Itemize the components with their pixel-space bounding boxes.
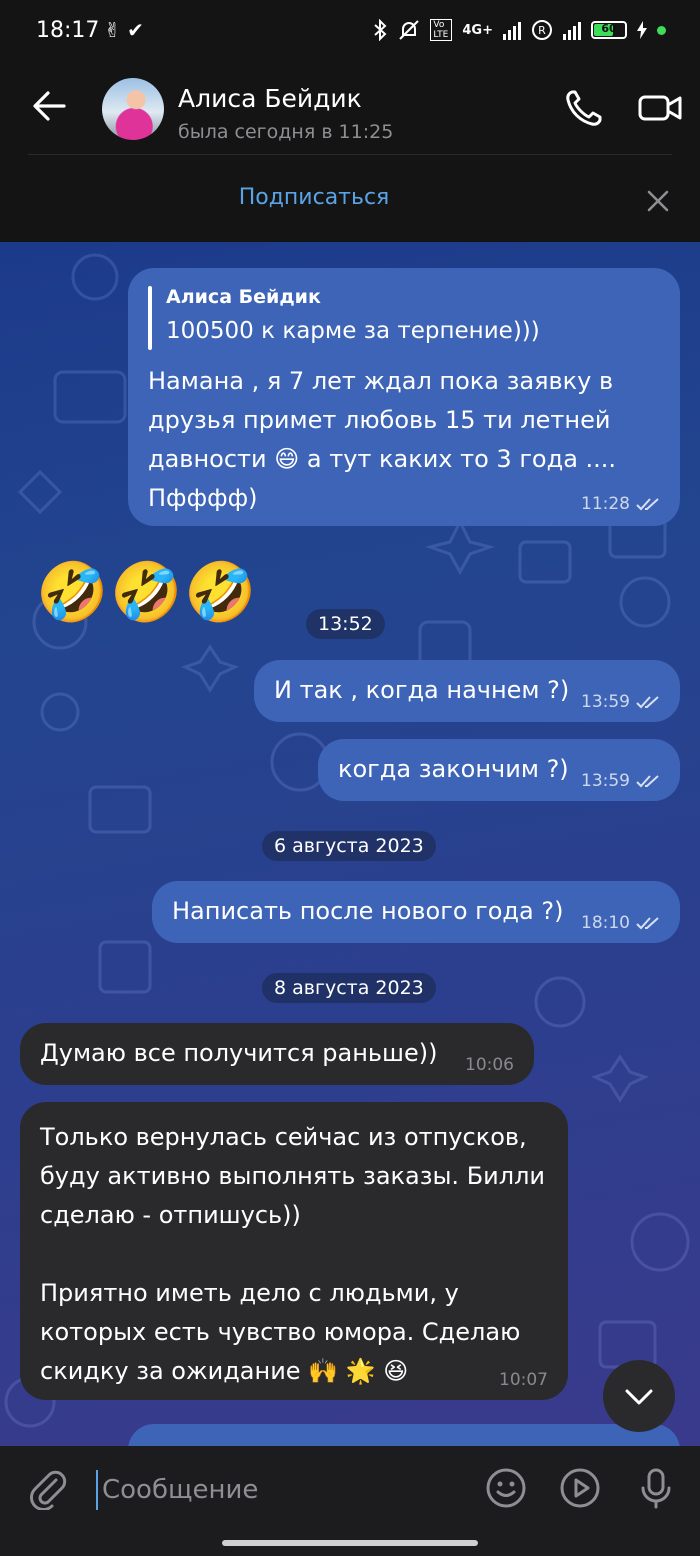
message-composer [0,1446,700,1556]
svg-text:R: R [538,24,546,37]
battery-icon: 60 [591,21,627,39]
emoji-icon[interactable] [484,1466,528,1510]
date-separator: 6 августа 2023 [262,831,436,861]
message-bubble-incoming[interactable]: Думаю все получится раньше)) 10:06 [20,1023,534,1085]
privacy-dot [657,25,666,35]
message-text: Только вернулась сейчас из отпусков, буд… [40,1123,546,1385]
message-time: 18:10 [581,913,630,933]
notification-icons: ✌ ✔ [104,18,144,42]
network-type: 4G+ [462,22,493,38]
message-bubble-outgoing[interactable]: И так , когда начнем ?) 13:59 [254,660,680,722]
double-check-icon [636,917,659,930]
double-check-icon [636,696,659,709]
message-meta: 18:10 [581,913,660,933]
chat-header: Алиса Бейдик была сегодня в 11:25 [0,64,700,154]
date-separator: 8 августа 2023 [262,973,436,1003]
message-text: Написать после нового года ?) [172,897,564,925]
message-bubble-outgoing[interactable]: когда закончим ?) 13:59 [318,739,680,801]
signal-icon-2 [563,20,581,40]
phone-icon[interactable] [562,86,606,130]
message-time: 13:59 [581,692,630,712]
message-time: 10:06 [465,1055,514,1075]
message-bubble-incoming[interactable]: Только вернулась сейчас из отпусков, буд… [20,1102,568,1400]
reply-author: Алиса Бейдик [166,286,321,308]
message-bubble-outgoing-partial[interactable] [128,1424,680,1446]
scroll-to-bottom-button[interactable] [603,1360,675,1432]
charging-icon [637,21,647,39]
play-circle-icon[interactable] [558,1466,602,1510]
message-time: 10:07 [499,1370,548,1390]
message-bubble-outgoing[interactable]: Алиса Бейдик 100500 к карме за терпение)… [128,268,680,526]
emoji-laughing-rolling: 🤣🤣🤣 [36,558,259,626]
avatar[interactable] [102,78,164,140]
message-time: 11:28 [581,494,630,514]
message-text: когда закончим ?) [338,755,569,783]
double-check-icon [636,498,659,511]
message-meta: 10:07 [499,1370,548,1390]
signal-icon [503,20,521,40]
paperclip-icon[interactable] [26,1466,70,1510]
bluetooth-icon [374,19,387,41]
contact-name[interactable]: Алиса Бейдик [178,84,362,113]
registered-icon: R [532,20,552,40]
status-time: 18:17 [36,18,100,43]
microphone-icon[interactable] [634,1466,678,1510]
message-meta: 10:06 [465,1055,514,1075]
reply-accent-bar [148,286,152,350]
message-time-pill: 13:52 [306,609,385,639]
message-text: Думаю все получится раньше)) [40,1039,438,1067]
message-time: 13:59 [581,771,630,791]
message-input[interactable] [96,1470,466,1510]
message-meta: 13:59 [581,692,660,712]
mute-bell-icon [399,20,420,40]
message-text: Намана , я 7 лет ждал пока заявку в друз… [148,367,617,512]
chevron-down-icon [625,1389,653,1405]
back-arrow-icon[interactable] [30,86,70,126]
last-seen-status: была сегодня в 11:25 [178,121,394,143]
status-bar: 18:17 ✌ ✔ Vo LTE 4G+ R 60 [0,0,700,64]
message-text: И так , когда начнем ?) [274,676,570,704]
reply-text: 100500 к карме за терпение))) [166,318,540,344]
status-right-icons: Vo LTE 4G+ R 60 [372,19,666,41]
subscribe-button[interactable]: Подписаться [0,185,628,210]
video-camera-icon[interactable] [636,86,684,130]
volte-badge: Vo LTE [430,19,453,41]
emoji-message[interactable]: 🤣🤣🤣 [36,552,296,632]
message-bubble-outgoing[interactable]: Написать после нового года ?) 18:10 [152,881,680,943]
home-indicator[interactable] [222,1540,478,1546]
message-meta: 11:28 [581,494,660,514]
message-meta: 13:59 [581,771,660,791]
subscribe-bar: Подписаться [0,155,700,242]
close-icon[interactable] [646,189,670,213]
double-check-icon [636,775,659,788]
chat-area[interactable]: Алиса Бейдик 100500 к карме за терпение)… [0,242,700,1446]
